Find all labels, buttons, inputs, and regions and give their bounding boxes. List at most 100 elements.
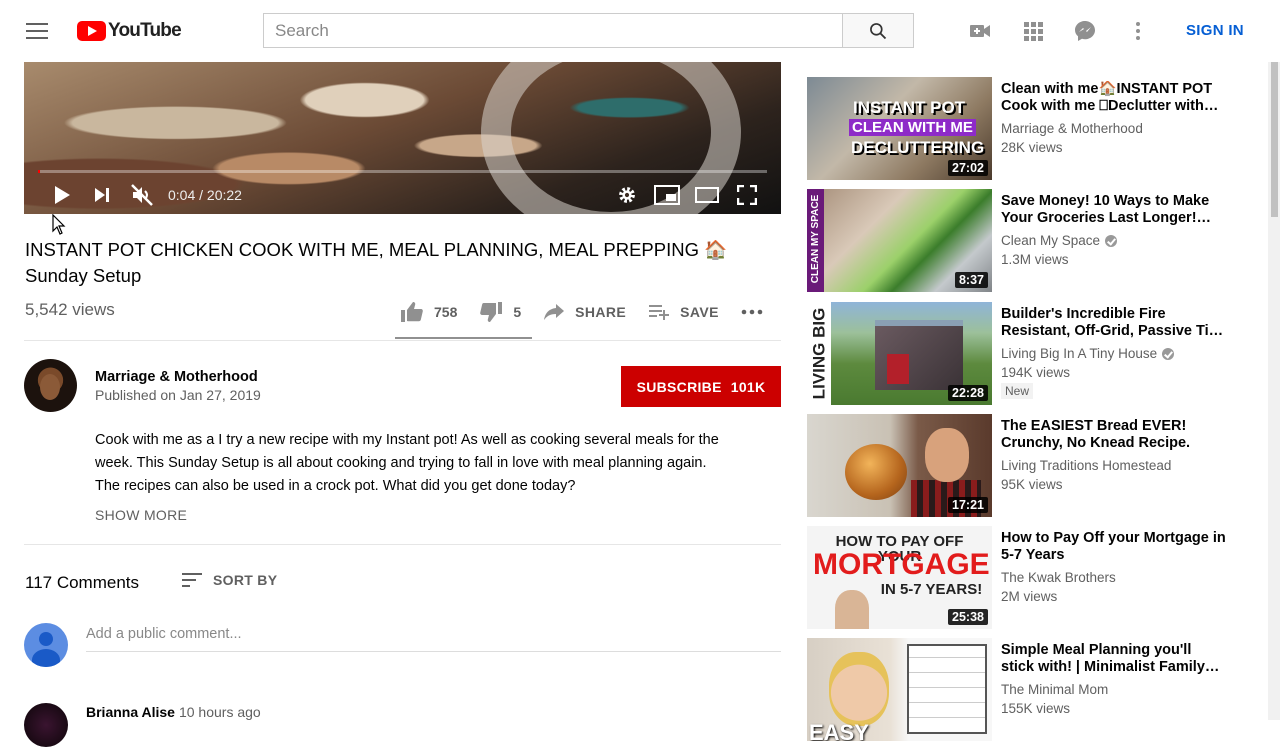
play-button[interactable] xyxy=(42,177,82,213)
channel-name-text: The Minimal Mom xyxy=(1001,682,1109,697)
playlist-add-icon xyxy=(649,305,670,320)
gear-icon xyxy=(619,187,635,203)
channel-name-text: Living Big In A Tiny House xyxy=(1001,346,1158,361)
divider xyxy=(24,544,781,545)
description-line: week. This Sunday Setup is all about coo… xyxy=(95,455,707,471)
save-button[interactable]: SAVE xyxy=(648,303,719,321)
miniplayer-button[interactable] xyxy=(647,177,687,213)
thumbnail-text: DECLUTTERING xyxy=(851,138,985,157)
new-badge: New xyxy=(1001,383,1034,399)
comment-author[interactable]: Brianna Alise 10 hours ago xyxy=(86,704,261,720)
progress-bar[interactable] xyxy=(38,170,767,173)
channel-name: Living Traditions Homestead xyxy=(1001,458,1171,473)
thumbnail-text: MORTGAGE xyxy=(813,548,990,581)
channel-name-text: Marriage & Motherhood xyxy=(1001,121,1143,136)
subscribe-label: SUBSCRIBE xyxy=(636,378,722,395)
youtube-logo[interactable]: YouTube xyxy=(77,20,182,42)
presenter-face xyxy=(829,652,889,726)
view-count: 155K views xyxy=(1001,701,1071,716)
recommended-video[interactable]: LIVING BIG 22:28 Builder's Incredible Fi… xyxy=(807,302,1247,405)
create-video-icon[interactable] xyxy=(968,19,992,43)
channel-name: The Minimal Mom xyxy=(1001,682,1108,697)
bread-loaf xyxy=(845,444,907,500)
next-button[interactable] xyxy=(82,177,122,213)
channel-name[interactable]: Marriage & Motherhood xyxy=(95,369,258,385)
sentiment-bar xyxy=(395,337,532,339)
messages-icon[interactable] xyxy=(1073,19,1097,43)
thumbnail-text: CLEAN WITH ME xyxy=(849,119,976,136)
verified-icon xyxy=(1105,234,1118,247)
subscribe-button[interactable]: SUBSCRIBE 101K xyxy=(621,366,781,407)
share-label: SHARE xyxy=(575,304,627,320)
more-vert-icon[interactable] xyxy=(1126,19,1150,43)
video-duration: 17:21 xyxy=(948,497,988,513)
settings-button[interactable] xyxy=(607,177,647,213)
recommended-video[interactable]: EASY Simple Meal Planning you'll stick w… xyxy=(807,638,1247,741)
comment-author-name[interactable]: Brianna Alise xyxy=(86,704,175,720)
like-button[interactable]: 758 xyxy=(400,301,457,323)
recommended-video[interactable]: INSTANT POT CLEAN WITH ME DECLUTTERING 2… xyxy=(807,77,1247,180)
video-thumbnail: EASY xyxy=(807,638,992,741)
presenter-face xyxy=(925,428,969,482)
user-avatar xyxy=(24,623,68,667)
show-more-button[interactable]: SHOW MORE xyxy=(95,507,187,523)
comment-count: 117 Comments xyxy=(25,573,140,592)
search-button[interactable] xyxy=(842,13,914,48)
channel-name: Living Big In A Tiny House xyxy=(1001,346,1175,361)
mute-button[interactable] xyxy=(122,177,162,213)
recommended-video[interactable]: 17:21 The EASIEST Bread EVER! Crunchy, N… xyxy=(807,414,1247,517)
fullscreen-button[interactable] xyxy=(727,177,767,213)
video-title: Simple Meal Planning you'll stick with! … xyxy=(1001,642,1220,675)
video-duration: 25:38 xyxy=(948,609,988,625)
sort-by-button[interactable]: SORT BY xyxy=(181,572,277,588)
logo-text: YouTube xyxy=(108,20,182,41)
progress-fill xyxy=(38,170,41,173)
planner-board xyxy=(907,644,987,734)
channel-name: Clean My Space xyxy=(1001,233,1118,248)
thumbnail-text: CLEAN MY SPACE xyxy=(810,194,821,284)
fullscreen-icon xyxy=(737,185,757,205)
recommended-video[interactable]: CLEAN MY SPACE 8:37 Save Money! 10 Ways … xyxy=(807,189,1247,292)
youtube-play-icon xyxy=(77,21,106,41)
scrollbar-thumb[interactable] xyxy=(1271,62,1278,217)
mouse-cursor-icon xyxy=(52,214,66,235)
sign-in-button[interactable]: SIGN IN xyxy=(1186,22,1244,39)
channel-avatar[interactable] xyxy=(24,359,77,412)
video-player[interactable]: 0:04 / 20:22 xyxy=(24,62,781,214)
subscriber-count: 101K xyxy=(730,378,766,395)
time-display: 0:04 / 20:22 xyxy=(168,187,242,203)
dislike-button[interactable]: 5 xyxy=(479,301,521,323)
search-input[interactable]: Search xyxy=(263,13,843,48)
video-duration: 8:37 xyxy=(954,272,988,288)
video-title: INSTANT POT CHICKEN COOK WITH ME, MEAL P… xyxy=(25,239,728,286)
channel-name: Marriage & Motherhood xyxy=(1001,121,1143,136)
share-icon xyxy=(544,304,565,320)
commenter-avatar[interactable] xyxy=(24,703,68,747)
volume-muted-icon xyxy=(131,184,153,206)
player-controls: 0:04 / 20:22 xyxy=(24,177,781,213)
theater-mode-button[interactable] xyxy=(687,177,727,213)
view-count: 1.3M views xyxy=(1001,252,1069,267)
view-count: 2M views xyxy=(1001,589,1058,604)
view-count: 194K views xyxy=(1001,365,1071,380)
comment-time[interactable]: 10 hours ago xyxy=(179,704,261,720)
menu-icon[interactable] xyxy=(26,23,48,39)
recommended-video[interactable]: HOW TO PAY OFF YOUR MORTGAGE IN 5-7 YEAR… xyxy=(807,526,1247,629)
video-title: Save Money! 10 Ways to Make Your Groceri… xyxy=(1001,193,1212,226)
video-duration: 22:28 xyxy=(948,385,988,401)
comment-input[interactable]: Add a public comment... xyxy=(86,626,781,652)
search-icon xyxy=(870,22,887,39)
more-actions-button[interactable] xyxy=(741,309,773,315)
view-count: 5,542 views xyxy=(25,300,115,319)
publish-date: Published on Jan 27, 2019 xyxy=(95,387,261,403)
divider xyxy=(24,340,781,341)
dislike-count: 5 xyxy=(513,304,522,320)
apps-icon[interactable] xyxy=(1021,19,1045,43)
miniplayer-icon xyxy=(654,185,680,205)
share-button[interactable]: SHARE xyxy=(543,303,626,321)
view-count: 95K views xyxy=(1001,477,1063,492)
video-title: The EASIEST Bread EVER! Crunchy, No Knea… xyxy=(1001,418,1191,451)
video-thumbnail: INSTANT POT CLEAN WITH ME DECLUTTERING 2… xyxy=(807,77,992,180)
more-horiz-icon xyxy=(741,309,763,315)
video-title: Clean with me🏠INSTANT POT Cook with me ⎕… xyxy=(1001,81,1219,114)
